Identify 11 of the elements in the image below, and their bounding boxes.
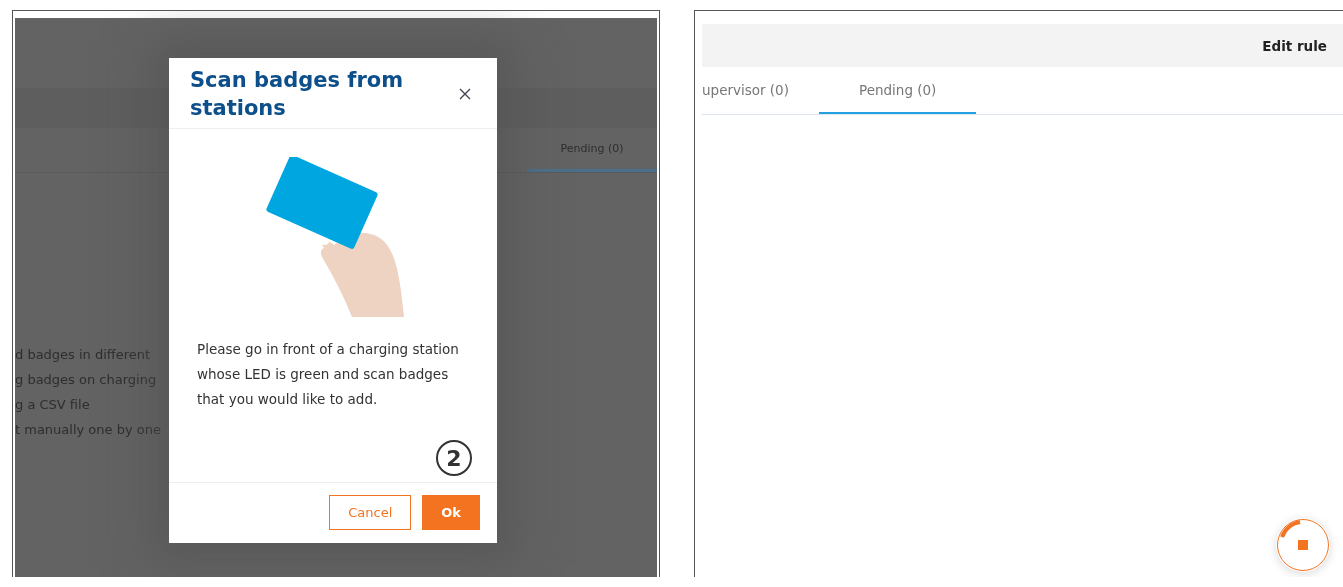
toolbar-title: Edit rule [1262, 37, 1327, 54]
cancel-button[interactable]: Cancel [329, 495, 412, 530]
stop-progress-icon [1276, 518, 1330, 572]
tab[interactable]: Pending (0) [819, 67, 977, 114]
close-icon [459, 88, 471, 100]
step-number-marker: 2 [436, 440, 472, 476]
dialog-title: Scan badges from stations [190, 67, 405, 122]
dialog-message: Please go in front of a charging station whose LED is green and scan badges that you would like to add. [197, 340, 460, 409]
tab[interactable]: upervisor (0) [702, 67, 819, 114]
ok-button[interactable]: Ok [422, 495, 480, 530]
recording-stop-button[interactable] [1276, 518, 1330, 572]
